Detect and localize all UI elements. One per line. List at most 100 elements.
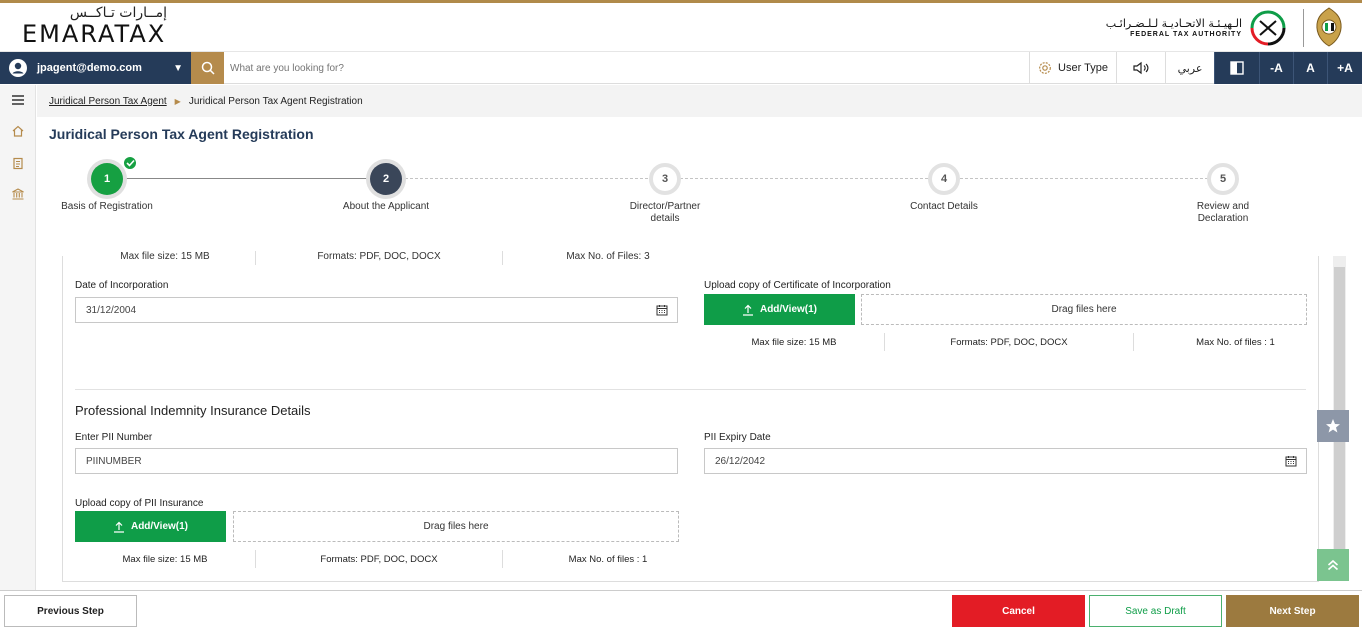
- search-button[interactable]: [191, 52, 224, 84]
- fta-english-text: FEDERAL TAX AUTHORITY: [1130, 30, 1242, 38]
- certificate-drop-zone[interactable]: Drag files here: [861, 294, 1307, 325]
- step-1-label: Basis of Registration: [61, 201, 153, 212]
- nav-home[interactable]: [9, 122, 27, 140]
- contrast-icon: [1230, 61, 1244, 75]
- step-2-number: 2: [382, 173, 390, 185]
- pii-number-label: Enter PII Number: [75, 432, 153, 443]
- user-type-label: User Type: [1058, 62, 1108, 74]
- fta-logo-block: الـهيـئـة الاتحـاديـة لـلـضـرائـب FEDERA…: [1106, 9, 1288, 47]
- read-aloud-button[interactable]: [1116, 52, 1165, 84]
- step-complete-check-icon: [122, 155, 138, 171]
- logo-english-text: EMARATAX: [22, 20, 167, 48]
- star-icon: [1326, 419, 1340, 433]
- previous-upload-count: Max No. of Files: 3: [566, 251, 650, 262]
- certificate-add-view-button[interactable]: Add/View(1): [704, 294, 855, 325]
- section-divider: [75, 389, 1306, 390]
- pii-expiry-date-field[interactable]: 26/12/2042: [704, 448, 1307, 474]
- pii-max-files: Max No. of files : 1: [568, 554, 648, 565]
- app-header: إمــارات تـاكــس EMARATAX الـهيـئـة الات…: [0, 3, 1362, 52]
- step-3-label-line1: Director/Partner: [629, 201, 701, 212]
- step-1-circle[interactable]: 1: [91, 163, 123, 195]
- cancel-button[interactable]: Cancel: [952, 595, 1085, 627]
- user-type-button[interactable]: User Type: [1029, 52, 1116, 84]
- step-4-label: Contact Details: [910, 201, 978, 212]
- step-5-number: 5: [1219, 173, 1227, 185]
- font-decrease-button[interactable]: -A: [1259, 52, 1293, 84]
- step-5-circle[interactable]: 5: [1207, 163, 1239, 195]
- upload-icon: [742, 304, 753, 316]
- speaker-icon: [1133, 61, 1149, 75]
- left-nav-rail: [0, 85, 36, 590]
- font-increase-button[interactable]: +A: [1327, 52, 1362, 84]
- pii-add-view-button[interactable]: Add/View(1): [75, 511, 226, 542]
- double-chevron-up-icon: [1327, 559, 1339, 571]
- pii-add-view-label: Add/View(1): [130, 521, 189, 532]
- certificate-max-files: Max No. of files : 1: [1196, 337, 1275, 348]
- user-email: jpagent@demo.com: [37, 62, 142, 74]
- nav-institution[interactable]: [9, 185, 27, 203]
- certificate-formats: Formats: PDF, DOC, DOCX: [950, 337, 1068, 348]
- font-increase-label: +A: [1337, 61, 1353, 75]
- user-avatar-icon: [9, 59, 27, 77]
- nav-documents[interactable]: [9, 154, 27, 172]
- favorite-button[interactable]: [1317, 410, 1349, 442]
- logo-arabic-text: إمــارات تـاكــس: [69, 5, 167, 21]
- bank-icon: [12, 188, 24, 200]
- calendar-icon[interactable]: [1285, 455, 1297, 467]
- uae-emblem-icon: [1316, 7, 1342, 47]
- language-label: عربي: [1177, 62, 1203, 75]
- fta-arabic-text: الـهيـئـة الاتحـاديـة لـلـضـرائـب: [1105, 16, 1242, 30]
- pii-formats: Formats: PDF, DOC, DOCX: [320, 554, 438, 565]
- certificate-max-size: Max file size: 15 MB: [751, 337, 837, 348]
- step-5-label-line2: Declaration: [1197, 213, 1249, 224]
- step-4-number: 4: [940, 173, 948, 185]
- user-menu[interactable]: jpagent@demo.com ▼: [0, 52, 191, 84]
- breadcrumb-parent-link[interactable]: Juridical Person Tax Agent: [49, 96, 167, 107]
- header-divider: [1303, 9, 1304, 47]
- gear-icon: [1039, 62, 1051, 74]
- next-step-button[interactable]: Next Step: [1226, 595, 1359, 627]
- font-reset-button[interactable]: A: [1293, 52, 1327, 84]
- step-3-label: Director/Partner details: [595, 201, 735, 225]
- previous-step-button[interactable]: Previous Step: [4, 595, 137, 627]
- pii-number-value: PIINUMBER: [86, 455, 142, 467]
- home-icon: [12, 125, 24, 137]
- chevron-down-icon: ▼: [173, 62, 183, 74]
- search-icon: [201, 61, 215, 75]
- pii-max-size: Max file size: 15 MB: [122, 554, 208, 565]
- hamburger-menu-button[interactable]: [9, 91, 27, 109]
- scroll-to-top-button[interactable]: [1317, 549, 1349, 581]
- pii-number-input[interactable]: PIINUMBER: [75, 448, 678, 474]
- calendar-icon[interactable]: [656, 304, 668, 316]
- contrast-toggle[interactable]: [1214, 52, 1259, 84]
- certificate-drop-label: Drag files here: [1051, 304, 1117, 315]
- page-title: Juridical Person Tax Agent Registration: [49, 126, 314, 142]
- step-5-label: Review and Declaration: [1153, 201, 1293, 225]
- step-3-circle[interactable]: 3: [649, 163, 681, 195]
- footer-action-bar: Previous Step Cancel Save as Draft Next …: [0, 590, 1362, 632]
- emaratax-logo[interactable]: إمــارات تـاكــس EMARATAX: [22, 5, 167, 47]
- upload-icon: [113, 521, 124, 533]
- step-2-circle[interactable]: 2: [370, 163, 402, 195]
- pii-expiry-label: PII Expiry Date: [704, 432, 771, 443]
- pii-drop-label: Drag files here: [423, 521, 489, 532]
- step-4-circle[interactable]: 4: [928, 163, 960, 195]
- font-reset-label: A: [1306, 61, 1315, 75]
- save-draft-button[interactable]: Save as Draft: [1089, 595, 1222, 627]
- step-3-label-line2: details: [650, 213, 680, 224]
- step-2-label: About the Applicant: [342, 201, 430, 212]
- certificate-upload-label: Upload copy of Certificate of Incorporat…: [704, 280, 891, 291]
- previous-upload-size: Max file size: 15 MB: [120, 251, 210, 262]
- language-toggle[interactable]: عربي: [1165, 52, 1214, 84]
- breadcrumb: Juridical Person Tax Agent ▶ Juridical P…: [37, 85, 1362, 117]
- font-decrease-label: -A: [1270, 61, 1283, 75]
- certificate-add-view-label: Add/View(1): [759, 304, 818, 315]
- clipboard-icon: [13, 157, 23, 170]
- previous-upload-formats: Formats: PDF, DOC, DOCX: [317, 251, 441, 262]
- step-3-number: 3: [661, 173, 669, 185]
- pii-drop-zone[interactable]: Drag files here: [233, 511, 679, 542]
- top-toolbar: jpagent@demo.com ▼ User Type عربي -A A +…: [0, 52, 1362, 84]
- search-input[interactable]: [230, 56, 1010, 80]
- incorporation-date-field[interactable]: 31/12/2004: [75, 297, 678, 323]
- incorporation-date-label: Date of Incorporation: [75, 280, 169, 291]
